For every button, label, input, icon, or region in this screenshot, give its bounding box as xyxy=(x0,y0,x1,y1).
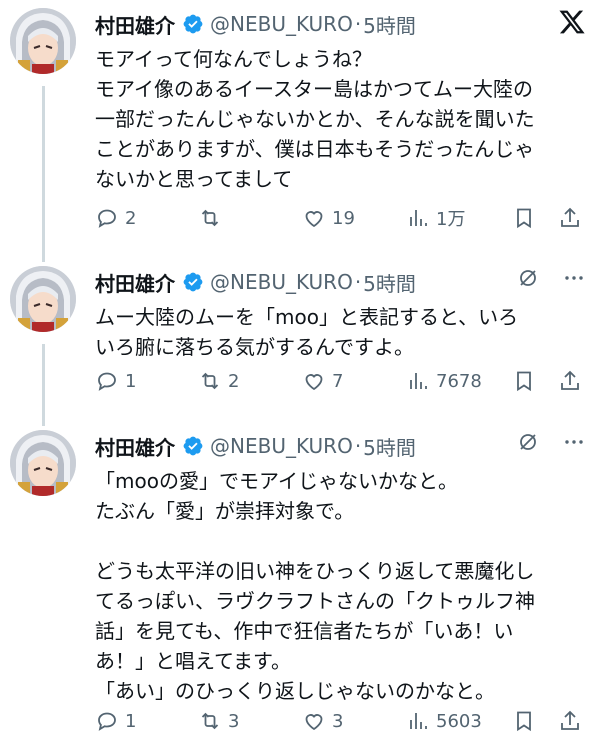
more-icon[interactable] xyxy=(562,266,586,290)
reply-icon xyxy=(98,209,116,228)
views-icon xyxy=(410,713,427,729)
author-name[interactable]: 村田雄介 xyxy=(95,268,175,297)
avatar[interactable] xyxy=(10,8,76,74)
author-name[interactable]: 村田雄介 xyxy=(95,432,175,461)
retweet-icon xyxy=(201,712,219,730)
tweet[interactable]: 村田雄介 @NEBU_KURO · 5時間 「mooの愛」でモアイじゃないかなと… xyxy=(0,430,600,745)
tweet-text: モアイって何なんでしょうね？ モアイ像のあるイースター島はかつてムー大陸の 一部… xyxy=(95,47,535,191)
tweet[interactable]: 村田雄介 @NEBU_KURO · 5時間 ムー大陸のムーを「moo」と表記する… xyxy=(0,266,600,424)
bookmark-button[interactable] xyxy=(512,706,536,736)
bookmark-button[interactable] xyxy=(512,366,536,396)
retweet-button[interactable]: 3 xyxy=(198,706,239,736)
retweet-count: 2 xyxy=(228,370,240,392)
author-handle[interactable]: @NEBU_KURO xyxy=(210,434,353,458)
view-count: 5603 xyxy=(436,710,482,732)
grok-icon[interactable] xyxy=(516,266,540,290)
views-icon xyxy=(410,373,427,389)
reply-button[interactable]: 1 xyxy=(95,366,136,396)
more-icon[interactable] xyxy=(562,430,586,454)
timestamp[interactable]: 5時間 xyxy=(363,268,416,297)
separator-dot: · xyxy=(354,270,362,294)
share-button[interactable] xyxy=(558,706,582,736)
separator-dot: · xyxy=(354,12,362,36)
avatar[interactable] xyxy=(10,430,76,496)
share-icon xyxy=(561,207,579,227)
author-handle[interactable]: @NEBU_KURO xyxy=(210,12,353,36)
verified-badge-icon xyxy=(182,435,204,457)
tweet-header: 村田雄介 @NEBU_KURO · 5時間 xyxy=(95,432,416,460)
reply-button[interactable]: 2 xyxy=(95,203,136,233)
share-button[interactable] xyxy=(558,203,582,233)
author-name[interactable]: 村田雄介 xyxy=(95,10,175,39)
heart-icon xyxy=(305,374,323,391)
views-button[interactable]: 5603 xyxy=(406,706,482,736)
views-button[interactable]: 1万 xyxy=(406,203,465,233)
tweet-actions: 2 19 1万 xyxy=(95,203,590,233)
reply-icon xyxy=(98,372,116,391)
reply-button[interactable]: 1 xyxy=(95,706,136,736)
avatar[interactable] xyxy=(10,266,76,332)
tweet-header: 村田雄介 @NEBU_KURO · 5時間 xyxy=(95,10,416,38)
share-button[interactable] xyxy=(558,366,582,396)
reply-count: 2 xyxy=(125,207,137,229)
retweet-icon xyxy=(201,209,219,227)
grok-icon[interactable] xyxy=(516,430,540,454)
tweet-actions: 1 3 3 5603 xyxy=(95,706,590,736)
tweet-text: 「mooの愛」でモアイじゃないかなと。 たぶん「愛」が崇拝対象で。 どうも太平洋… xyxy=(95,469,535,703)
share-icon xyxy=(561,710,579,730)
like-button[interactable]: 7 xyxy=(302,366,343,396)
like-button[interactable]: 3 xyxy=(302,706,343,736)
like-button[interactable]: 19 xyxy=(302,203,355,233)
bookmark-button[interactable] xyxy=(512,203,536,233)
timestamp[interactable]: 5時間 xyxy=(363,10,416,39)
share-icon xyxy=(561,370,579,390)
tweet[interactable]: 村田雄介 @NEBU_KURO · 5時間 モアイって何なんでしょうね？ モアイ… xyxy=(0,8,600,258)
like-count: 19 xyxy=(332,207,355,229)
views-icon xyxy=(410,210,427,226)
bookmark-icon xyxy=(517,711,531,732)
views-button[interactable]: 7678 xyxy=(406,366,482,396)
bookmark-icon xyxy=(517,371,531,392)
retweet-button[interactable] xyxy=(198,203,228,233)
separator-dot: · xyxy=(354,434,362,458)
verified-badge-icon xyxy=(182,13,204,35)
tweet-actions: 1 2 7 7678 xyxy=(95,366,590,396)
x-logo-icon[interactable] xyxy=(558,8,586,36)
heart-icon xyxy=(305,211,323,228)
reply-count: 1 xyxy=(125,370,137,392)
verified-badge-icon xyxy=(182,271,204,293)
retweet-count: 3 xyxy=(228,710,240,732)
retweet-button[interactable]: 2 xyxy=(198,366,239,396)
reply-icon xyxy=(98,712,116,731)
like-count: 3 xyxy=(332,710,344,732)
heart-icon xyxy=(305,714,323,731)
timestamp[interactable]: 5時間 xyxy=(363,432,416,461)
retweet-icon xyxy=(201,372,219,390)
like-count: 7 xyxy=(332,370,344,392)
tweet-header: 村田雄介 @NEBU_KURO · 5時間 xyxy=(95,268,416,296)
bookmark-icon xyxy=(517,208,531,229)
author-handle[interactable]: @NEBU_KURO xyxy=(210,270,353,294)
tweet-text: ムー大陸のムーを「moo」と表記すると、いろ いろ腑に落ちる気がするんですよ。 xyxy=(95,305,519,359)
view-count: 1万 xyxy=(436,209,466,230)
reply-count: 1 xyxy=(125,710,137,732)
view-count: 7678 xyxy=(436,370,482,392)
